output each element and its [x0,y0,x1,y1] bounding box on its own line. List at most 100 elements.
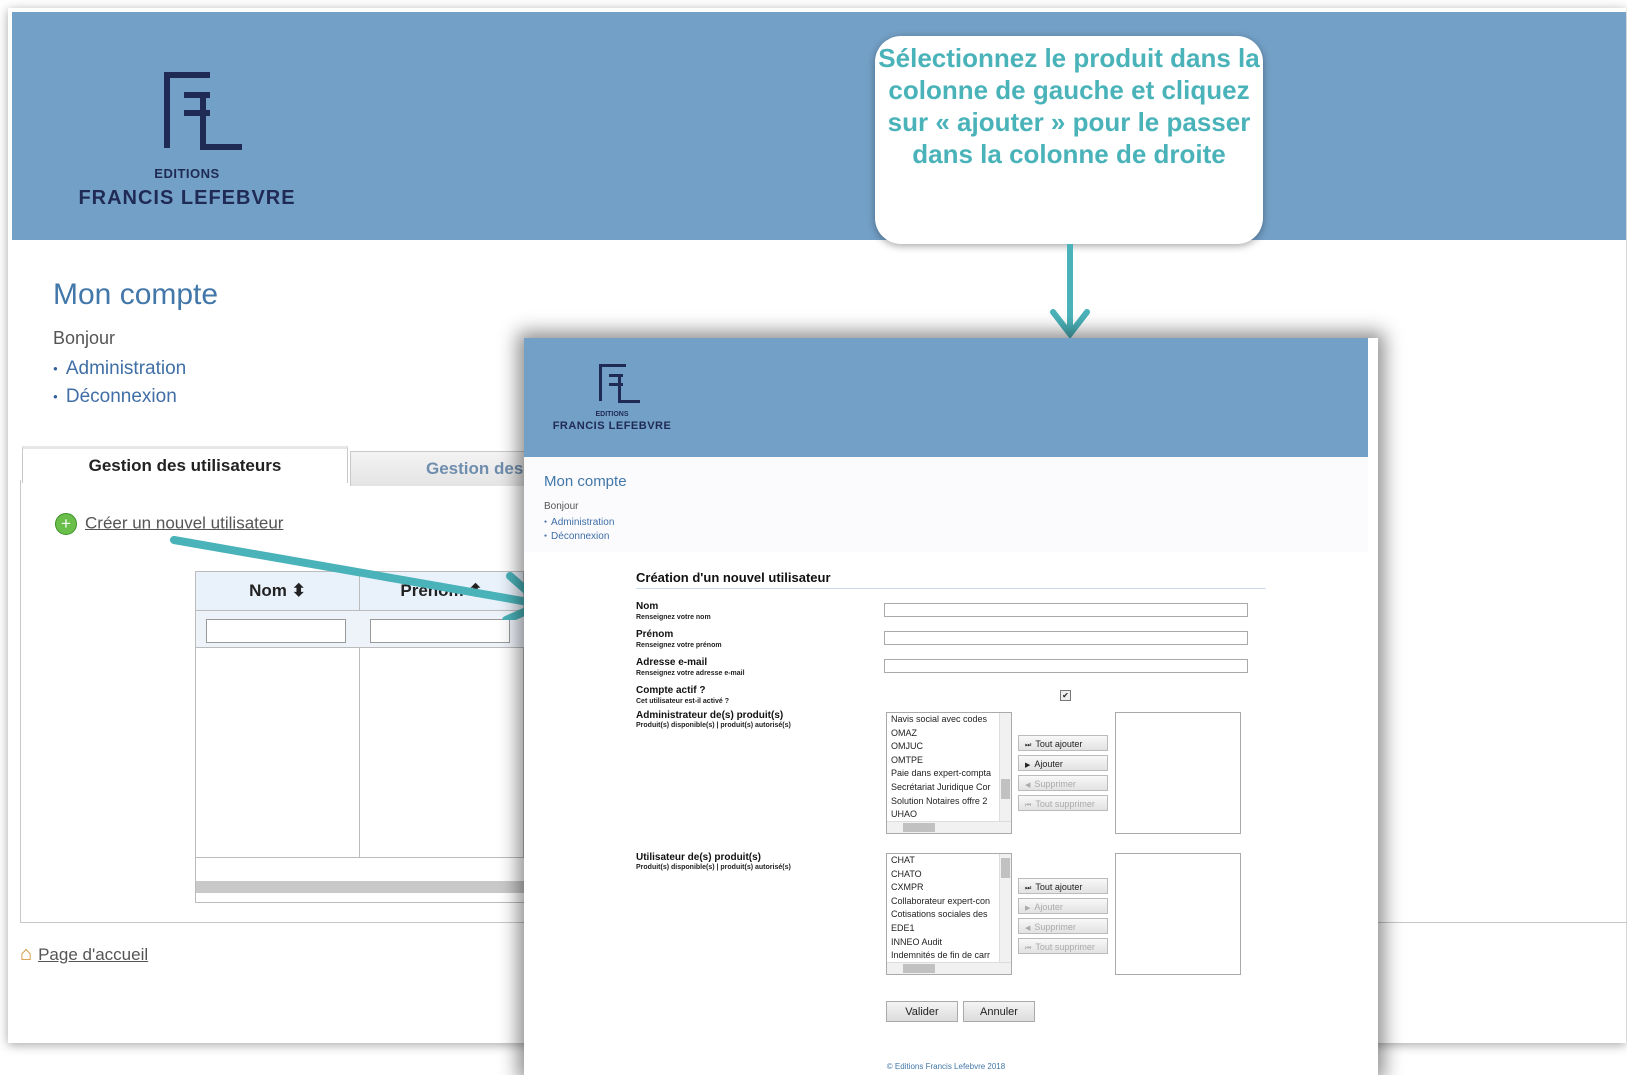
admin-remove-all-label: Tout supprimer [1035,799,1095,809]
rewind-icon: ⏮ [1025,802,1032,809]
user-remove-label: Supprimer [1034,922,1076,932]
grid-footer [196,857,536,882]
prenom-label: Prénom [636,629,674,640]
logo-mark-icon [164,72,242,150]
home-link-label: Page d'accueil [38,945,149,964]
scroll-thumb[interactable] [903,823,935,832]
logo-editions: EDITIONS [595,411,629,418]
play-icon: ▶ [1025,762,1031,769]
reverse-icon: ◀ [1025,925,1031,932]
user-remove-button[interactable]: ◀ Supprimer [1018,918,1108,934]
user-add-all-button[interactable]: ⏭ Tout ajouter [1018,878,1108,894]
nav-deconnexion[interactable]: Déconnexion [544,531,614,542]
form-title: Création d'un nouvel utilisateur [636,570,1266,589]
list-item[interactable]: OMAZ [887,727,1011,741]
nav-deconnexion[interactable]: Déconnexion [53,386,186,408]
list-item[interactable]: Secrétariat Juridique Cor [887,781,1011,795]
dialog-logo[interactable]: EDITIONS FRANCIS LEFEBVRE [552,364,672,432]
rewind-icon: ⏮ [1025,945,1032,952]
dialog-header-banner: EDITIONS FRANCIS LEFEBVRE [524,338,1368,457]
nom-help: Renseignez votre nom [636,614,711,621]
admin-remove-all-button[interactable]: ⏮ Tout supprimer [1018,795,1108,811]
email-label: Adresse e-mail [636,657,708,668]
list-item[interactable]: CHATO [887,868,1011,882]
admin-available-list[interactable]: Navis social avec codes OMAZ OMJUC OMTPE… [886,712,1012,834]
filter-prenom-input[interactable] [370,619,510,643]
admin-authorized-list[interactable] [1115,712,1241,834]
admin-add-all-label: Tout ajouter [1035,739,1083,749]
list-item[interactable]: OMJUC [887,740,1011,754]
list-item[interactable]: Collaborateur expert-con [887,895,1011,909]
list-item[interactable]: Paie dans expert-compta [887,767,1011,781]
list-item[interactable]: INNEO Audit [887,936,1011,950]
user-available-list[interactable]: CHAT CHATO CXMPR Collaborateur expert-co… [886,853,1012,975]
user-add-label: Ajouter [1034,902,1063,912]
francis-lefebvre-logo[interactable]: EDITIONS FRANCIS LEFEBVRE [72,72,302,210]
play-icon: ▶ [1025,905,1031,912]
nav-administration[interactable]: Administration [53,358,186,380]
horizontal-scrollbar[interactable] [887,962,1011,974]
list-item[interactable]: Navis social avec codes [887,713,1011,727]
logo-name: FRANCIS LEFEBVRE [552,420,672,432]
actif-label: Compte actif ? [636,685,706,696]
admin-products-label: Administrateur de(s) produit(s) [636,710,784,721]
list-item[interactable]: Indemnités de fin de carr [887,949,1011,963]
instruction-callout: Sélectionnez le produit dans la colonne … [875,36,1263,244]
account-nav: Administration Déconnexion [53,358,186,414]
cancel-button[interactable]: Annuler [963,1001,1035,1022]
scroll-thumb[interactable] [1001,779,1010,799]
list-item[interactable]: CXMPR [887,881,1011,895]
grid-divider [359,647,360,857]
nom-input[interactable] [884,603,1248,617]
home-icon: ⌂ [20,943,33,965]
callout-down-arrow-icon [1050,244,1090,339]
filter-nom-input[interactable] [206,619,346,643]
grid-scrollbar[interactable] [196,881,536,893]
new-user-dialog: EDITIONS FRANCIS LEFEBVRE Mon compte Bon… [524,338,1378,1075]
tab-gestion-utilisateurs[interactable]: Gestion des utilisateurs [22,446,348,483]
header-banner: EDITIONS FRANCIS LEFEBVRE [12,12,1626,240]
list-item[interactable]: Cotisations sociales des [887,908,1011,922]
dialog-greeting: Bonjour [544,501,579,512]
fast-forward-icon: ⏭ [1025,885,1032,892]
user-authorized-list[interactable] [1115,853,1241,975]
admin-add-all-button[interactable]: ⏭ Tout ajouter [1018,735,1108,751]
admin-remove-button[interactable]: ◀ Supprimer [1018,775,1108,791]
fast-forward-icon: ⏭ [1025,742,1032,749]
email-input[interactable] [884,659,1248,673]
dialog-page-title: Mon compte [544,473,627,490]
dialog-account-area: Mon compte Bonjour Administration Déconn… [524,457,1368,552]
list-item[interactable]: CHAT [887,854,1011,868]
pointer-arrow-icon [170,536,546,620]
vertical-scrollbar[interactable] [999,854,1011,962]
users-grid: Nom ⬍ Prénom ⬍ [195,571,537,903]
email-help: Renseignez votre adresse e-mail [636,670,745,677]
copyright-footer: © Editions Francis Lefebvre 2018 [886,1062,1006,1071]
list-item[interactable]: UHAO [887,808,1011,822]
admin-add-button[interactable]: ▶ Ajouter [1018,755,1108,771]
nav-administration[interactable]: Administration [544,517,614,528]
add-circle-icon: + [55,513,77,535]
list-item[interactable]: EDE1 [887,922,1011,936]
dialog-nav: Administration Déconnexion [544,517,614,545]
list-item[interactable]: Solution Notaires offre 2 [887,795,1011,809]
actif-checkbox[interactable]: ✔ [1060,690,1071,701]
vertical-scrollbar[interactable] [999,713,1011,821]
home-link[interactable]: ⌂ Page d'accueil [20,943,148,966]
validate-button[interactable]: Valider [886,1001,958,1022]
scroll-thumb[interactable] [1001,858,1010,878]
page-title: Mon compte [53,278,219,311]
list-item[interactable]: OMTPE [887,754,1011,768]
reverse-icon: ◀ [1025,782,1031,789]
admin-products-help: Produit(s) disponible(s) | produit(s) au… [636,722,791,729]
user-remove-all-label: Tout supprimer [1035,942,1095,952]
logo-mark-icon [598,364,640,403]
user-remove-all-button[interactable]: ⏮ Tout supprimer [1018,938,1108,954]
logo-name: FRANCIS LEFEBVRE [78,187,296,209]
scroll-thumb[interactable] [903,964,935,973]
greeting: Bonjour [53,328,116,348]
horizontal-scrollbar[interactable] [887,821,1011,833]
user-add-button[interactable]: ▶ Ajouter [1018,898,1108,914]
prenom-input[interactable] [884,631,1248,645]
actif-help: Cet utilisateur est-il activé ? [636,698,729,705]
